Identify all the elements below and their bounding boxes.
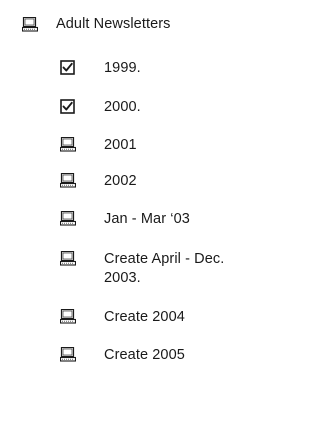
list-item-label: Create April - Dec. 2003. [104,250,224,288]
list-item-create-2005[interactable]: Create 2005 [0,338,281,376]
list-item-1999[interactable]: 1999. [0,52,281,90]
computer-icon [60,347,76,362]
list-item-label-line-2: 2003. [104,270,141,286]
list-item-create-2004[interactable]: Create 2004 [0,300,281,338]
list-header-adult-newsletters[interactable]: Adult Newsletters [0,0,281,40]
computer-icon [60,251,76,266]
list-item-label: 2001 [104,137,137,153]
checkbox-checked-icon[interactable] [60,60,75,75]
list-item-label: Jan - Mar ‘03 [104,211,190,227]
computer-icon [60,309,76,324]
computer-icon [60,173,76,188]
list-item-label: 2002 [104,173,137,189]
list-item-jan-mar-03[interactable]: Jan - Mar ‘03 [0,204,281,242]
list-item-2002[interactable]: 2002 [0,166,281,204]
computer-icon [22,17,38,32]
list-item-create-april-dec-2003[interactable]: Create April - Dec. 2003. [0,244,281,298]
list-item-label-line-1: Create April - Dec. [104,251,225,267]
computer-icon [60,137,76,152]
list-item-2000[interactable]: 2000. [0,90,281,128]
computer-icon [60,211,76,226]
list-header-label: Adult Newsletters [56,16,171,32]
list-item-2001[interactable]: 2001 [0,128,281,166]
list-item-label: Create 2005 [104,347,185,363]
list-item-label: 2000. [104,99,141,115]
checkbox-checked-icon[interactable] [60,99,75,114]
list-item-label: Create 2004 [104,309,185,325]
list-item-label: 1999. [104,60,141,76]
